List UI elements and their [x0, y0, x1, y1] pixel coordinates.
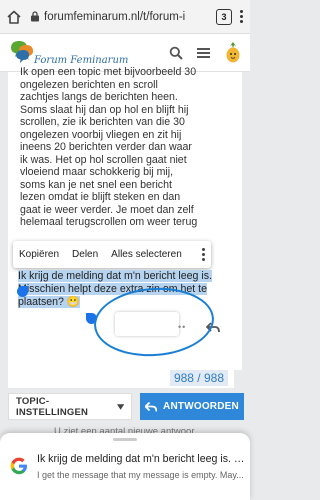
browser-toolbar: forumfeminarum.nl/t/forum-i 3	[0, 0, 250, 34]
more-options-icon[interactable]	[202, 248, 205, 261]
selected-line: plaatsen? 😬	[18, 296, 81, 308]
post-line: ineens 20 berichten verder dan waar	[20, 141, 192, 153]
avatar[interactable]	[224, 41, 242, 64]
post-line: lezen omdat ie blijft steken en dan	[20, 191, 181, 203]
chevron-down-icon	[116, 403, 124, 410]
home-icon[interactable]	[6, 9, 22, 25]
post-line: ongelezen berichten en scroll	[20, 78, 158, 91]
browser-menu-icon[interactable]	[240, 10, 244, 23]
post-line: ik was. Het op hol scrollen gaat niet	[20, 153, 187, 166]
url-text: forumfeminarum.nl/t/forum-i	[44, 10, 186, 23]
post-line: soms kan je net snel een bericht	[20, 178, 172, 191]
copy-menu-item[interactable]: Kopiëren	[19, 249, 59, 260]
post-line: scrollen, zie ik berichten van die 30	[20, 116, 185, 128]
tab-count: 3	[221, 11, 227, 22]
post-line: Soms slaat hij dan op hol en blijft hij	[20, 103, 189, 116]
share-menu-item[interactable]: Delen	[72, 249, 98, 260]
lock-icon	[31, 11, 39, 22]
selected-line: Ik krijg de melding dat m'n bericht leeg…	[18, 270, 212, 282]
address-bar[interactable]: forumfeminarum.nl/t/forum-i	[30, 11, 208, 23]
text-selection-menu: Kopiëren Delen Alles selecteren	[13, 241, 211, 268]
translation-text: I get the message that my message is emp…	[37, 470, 244, 480]
site-logo[interactable]	[8, 38, 36, 68]
post-counter[interactable]: 988 / 988	[169, 370, 228, 386]
site-name[interactable]: Forum Feminarum	[34, 55, 128, 66]
google-search-card[interactable]: Ik krijg de melding dat m'n bericht leeg…	[0, 433, 250, 500]
post-line: zachtjes langs de berichten heen.	[20, 91, 178, 103]
logo-icon	[11, 40, 33, 63]
reply-icon	[145, 401, 158, 412]
topic-settings-button[interactable]: TOPIC-INSTELLINGEN	[8, 393, 132, 420]
post-line: helemaal terugscrollen om weer terug	[20, 216, 198, 228]
post-progress: 988 / 988	[8, 366, 234, 388]
search-icon[interactable]	[169, 46, 183, 60]
post-line: vloeiend maar schokkerig bij mij,	[20, 166, 174, 178]
post-container: Ik open een topic met bijvoorbeeld 30 on…	[8, 66, 242, 370]
drag-handle[interactable]	[113, 438, 137, 441]
reply-button[interactable]: ANTWOORDEN	[140, 393, 244, 420]
post-line: gaat ie weer verder. Je moet dan zelf	[20, 203, 194, 216]
hamburger-menu-icon[interactable]	[197, 47, 210, 59]
tab-switcher-button[interactable]: 3	[216, 8, 232, 25]
reply-label: ANTWOORDEN	[163, 401, 239, 412]
post-line: Ik open een topic met bijvoorbeeld 30	[20, 66, 197, 78]
google-g-icon	[10, 457, 27, 475]
search-query-text: Ik krijg de melding dat m'n bericht leeg…	[37, 453, 245, 465]
post-line: ongelezen voorbij vliegen en zit hij	[20, 128, 182, 141]
select-all-menu-item[interactable]: Alles selecteren	[111, 249, 182, 260]
post-body: Ik open een topic met bijvoorbeeld 30 on…	[20, 66, 234, 229]
selection-start-handle[interactable]	[17, 286, 28, 297]
topic-settings-label: TOPIC-INSTELLINGEN	[16, 395, 89, 418]
